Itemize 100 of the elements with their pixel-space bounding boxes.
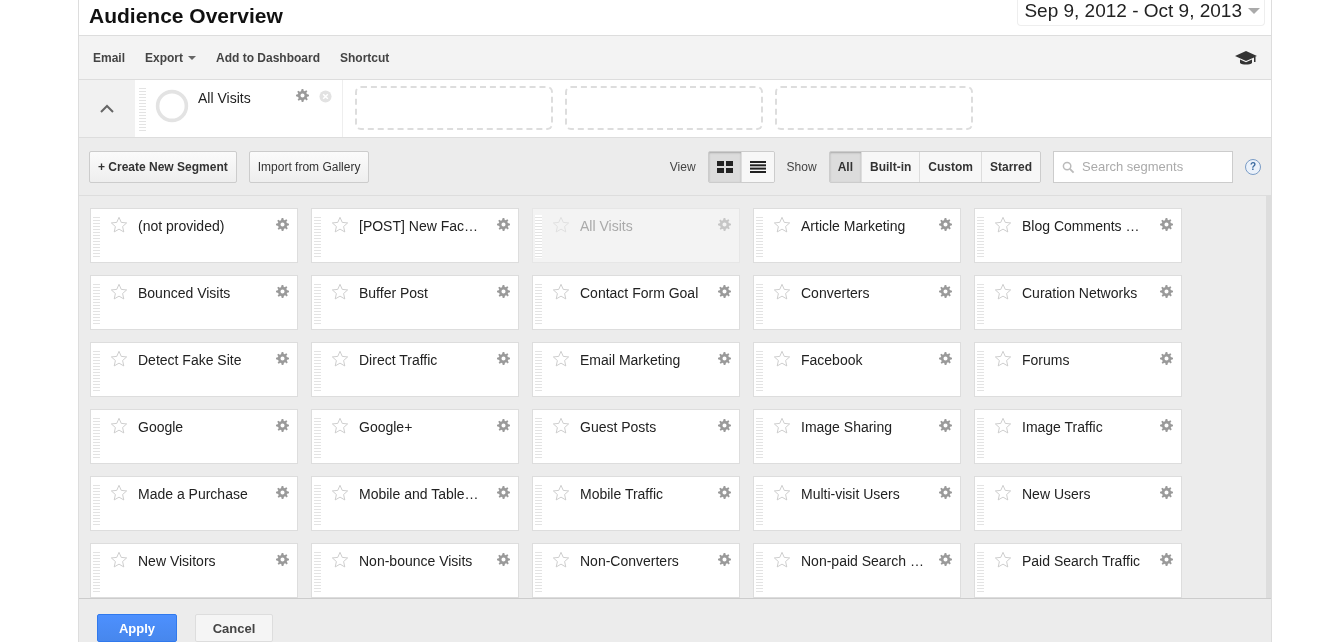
- gear-icon[interactable]: [276, 553, 289, 566]
- segment-card[interactable]: Multi-visit Users: [753, 476, 961, 531]
- gear-icon[interactable]: [497, 352, 510, 365]
- star-icon[interactable]: [994, 417, 1012, 435]
- segment-card[interactable]: Curation Networks: [974, 275, 1182, 330]
- gear-icon[interactable]: [497, 486, 510, 499]
- segment-card[interactable]: Paid Search Traffic: [974, 543, 1182, 598]
- gear-icon[interactable]: [939, 218, 952, 231]
- segment-card[interactable]: Google+: [311, 409, 519, 464]
- star-icon[interactable]: [994, 283, 1012, 301]
- star-icon[interactable]: [110, 350, 128, 368]
- filter-tab[interactable]: Custom: [919, 151, 981, 182]
- segment-card[interactable]: Made a Purchase: [90, 476, 298, 531]
- segment-card[interactable]: Article Marketing: [753, 208, 961, 263]
- segment-card[interactable]: Non-paid Search …: [753, 543, 961, 598]
- segment-card[interactable]: Direct Traffic: [311, 342, 519, 397]
- segment-card[interactable]: Non-Converters: [532, 543, 740, 598]
- star-icon[interactable]: [994, 350, 1012, 368]
- grid-view-button[interactable]: [708, 151, 741, 182]
- gear-icon[interactable]: [939, 486, 952, 499]
- search-field[interactable]: Search segments: [1053, 150, 1233, 183]
- star-icon[interactable]: [552, 484, 570, 502]
- segment-card[interactable]: (not provided): [90, 208, 298, 263]
- gear-icon[interactable]: [939, 553, 952, 566]
- star-icon[interactable]: [552, 283, 570, 301]
- gear-icon[interactable]: [718, 419, 731, 432]
- segment-card[interactable]: Image Sharing: [753, 409, 961, 464]
- segment-card[interactable]: [POST] New Fac…: [311, 208, 519, 263]
- filter-tab[interactable]: All: [829, 151, 861, 182]
- toolbar-link[interactable]: Shortcut: [340, 50, 390, 65]
- segment-card[interactable]: Google: [90, 409, 298, 464]
- gear-icon[interactable]: [1160, 419, 1173, 432]
- gear-icon[interactable]: [1160, 553, 1173, 566]
- star-icon[interactable]: [110, 484, 128, 502]
- star-icon[interactable]: [773, 551, 791, 569]
- gear-icon[interactable]: [276, 419, 289, 432]
- segment-card[interactable]: Converters: [753, 275, 961, 330]
- gear-icon[interactable]: [497, 553, 510, 566]
- toolbar-link[interactable]: Export: [145, 50, 197, 65]
- segment-card[interactable]: Email Marketing: [532, 342, 740, 397]
- star-icon[interactable]: [110, 283, 128, 301]
- gear-icon[interactable]: [497, 218, 510, 231]
- segment-card[interactable]: New Users: [974, 476, 1182, 531]
- segment-card[interactable]: Guest Posts: [532, 409, 740, 464]
- gear-icon[interactable]: [276, 285, 289, 298]
- gear-icon[interactable]: [718, 486, 731, 499]
- segment-card[interactable]: Mobile and Table…: [311, 476, 519, 531]
- gear-icon[interactable]: [1160, 486, 1173, 499]
- segment-card[interactable]: Blog Comments …: [974, 208, 1182, 263]
- gear-icon[interactable]: [939, 285, 952, 298]
- star-icon[interactable]: [994, 551, 1012, 569]
- star-icon[interactable]: [994, 484, 1012, 502]
- gear-icon[interactable]: [1160, 285, 1173, 298]
- gear-icon[interactable]: [296, 89, 309, 102]
- list-view-button[interactable]: [740, 151, 774, 182]
- date-range-picker[interactable]: Sep 9, 2012 - Oct 9, 2013: [1017, 0, 1265, 26]
- toolbar-link[interactable]: Email: [93, 50, 125, 65]
- applied-segment[interactable]: All Visits: [135, 80, 343, 137]
- gear-icon[interactable]: [276, 352, 289, 365]
- gear-icon[interactable]: [939, 352, 952, 365]
- gear-icon[interactable]: [718, 553, 731, 566]
- gear-icon[interactable]: [497, 285, 510, 298]
- segment-card[interactable]: Buffer Post: [311, 275, 519, 330]
- star-icon[interactable]: [552, 551, 570, 569]
- star-icon[interactable]: [773, 484, 791, 502]
- star-icon[interactable]: [331, 551, 349, 569]
- star-icon[interactable]: [552, 350, 570, 368]
- star-icon[interactable]: [110, 417, 128, 435]
- segment-card[interactable]: New Visitors: [90, 543, 298, 598]
- segment-card[interactable]: Bounced Visits: [90, 275, 298, 330]
- cancel-button[interactable]: Cancel: [195, 614, 273, 642]
- star-icon[interactable]: [331, 484, 349, 502]
- star-icon[interactable]: [331, 350, 349, 368]
- segment-card[interactable]: Mobile Traffic: [532, 476, 740, 531]
- gear-icon[interactable]: [276, 218, 289, 231]
- star-icon[interactable]: [773, 417, 791, 435]
- chevron-up-icon[interactable]: [100, 104, 114, 113]
- star-icon[interactable]: [552, 417, 570, 435]
- star-icon[interactable]: [110, 216, 128, 234]
- star-icon[interactable]: [994, 216, 1012, 234]
- segment-card[interactable]: Image Traffic: [974, 409, 1182, 464]
- gear-icon[interactable]: [497, 419, 510, 432]
- import-button[interactable]: Import from Gallery: [248, 150, 370, 183]
- gear-icon[interactable]: [718, 285, 731, 298]
- segment-card[interactable]: Facebook: [753, 342, 961, 397]
- toolbar-link[interactable]: Add to Dashboard: [216, 50, 321, 65]
- gear-icon[interactable]: [1160, 352, 1173, 365]
- star-icon[interactable]: [331, 283, 349, 301]
- gear-icon[interactable]: [276, 486, 289, 499]
- star-icon[interactable]: [331, 216, 349, 234]
- segment-card[interactable]: Detect Fake Site: [90, 342, 298, 397]
- star-icon[interactable]: [773, 350, 791, 368]
- help-button[interactable]: ?: [1245, 158, 1261, 175]
- create-segment-button[interactable]: + Create New Segment: [89, 150, 237, 183]
- gear-icon[interactable]: [939, 419, 952, 432]
- star-icon[interactable]: [110, 551, 128, 569]
- star-icon[interactable]: [773, 216, 791, 234]
- graduation-cap-icon[interactable]: [1235, 49, 1257, 66]
- gear-icon[interactable]: [1160, 218, 1173, 231]
- segment-card[interactable]: Forums: [974, 342, 1182, 397]
